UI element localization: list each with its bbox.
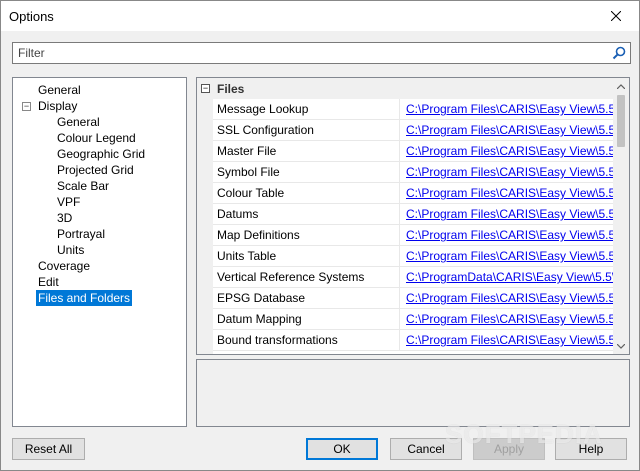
property-value-link[interactable]: C:\Program Files\CARIS\Easy View\5.5\ xyxy=(406,312,615,326)
column-divider[interactable] xyxy=(399,183,400,204)
column-divider[interactable] xyxy=(399,162,400,183)
scroll-thumb[interactable] xyxy=(617,95,625,147)
property-value-link[interactable]: C:\Program Files\CARIS\Easy View\5.5\ xyxy=(406,165,615,179)
property-value-link[interactable]: C:\Program Files\CARIS\Easy View\5.5\ xyxy=(406,123,615,137)
property-value-link[interactable]: C:\Program Files\CARIS\Easy View\5.5\ xyxy=(406,333,615,347)
scroll-down-button[interactable] xyxy=(613,338,629,354)
description-panel xyxy=(196,359,630,427)
property-value-link[interactable]: C:\Program Files\CARIS\Easy View\5.5\ xyxy=(406,291,615,305)
tree-item[interactable]: Projected Grid xyxy=(55,162,136,178)
property-name: Datum Mapping xyxy=(217,312,302,326)
tree-item[interactable]: Geographic Grid xyxy=(55,146,147,162)
property-row[interactable]: Message Lookup C:\Program Files\CARIS\Eas… xyxy=(213,99,615,120)
tree-item[interactable]: Display xyxy=(36,98,79,114)
scroll-up-button[interactable] xyxy=(613,78,629,94)
property-value-link[interactable]: C:\Program Files\CARIS\Easy View\5.5\ xyxy=(406,144,615,158)
property-row[interactable]: Datum Mapping C:\Program Files\CARIS\Easy… xyxy=(213,309,615,330)
close-button[interactable] xyxy=(593,1,639,31)
tree-item[interactable]: Colour Legend xyxy=(55,130,138,146)
property-row[interactable]: Symbol File C:\Program Files\CARIS\Easy V… xyxy=(213,162,615,183)
property-value-link[interactable]: C:\Program Files\CARIS\Easy View\5.5\ xyxy=(406,102,615,116)
tree-item[interactable]: Coverage xyxy=(36,258,92,274)
filter-input[interactable] xyxy=(13,43,603,63)
property-name: Units Table xyxy=(217,249,277,263)
property-grid: − Files Message Lookup C:\Program Files\C… xyxy=(196,77,630,355)
vertical-scrollbar[interactable] xyxy=(613,78,629,354)
tree-item[interactable]: Files and Folders xyxy=(36,290,133,306)
property-row[interactable]: Datums C:\Program Files\CARIS\Easy View\5… xyxy=(213,204,615,225)
column-divider[interactable] xyxy=(399,99,400,120)
close-icon xyxy=(611,11,621,21)
filter-box xyxy=(12,42,631,64)
property-name: Bound transformations xyxy=(217,333,338,347)
property-value-link[interactable]: C:\Program Files\CARIS\Easy View\5.5\ xyxy=(406,186,615,200)
column-divider[interactable] xyxy=(399,267,400,288)
property-value-link[interactable]: C:\Program Files\CARIS\Easy View\5.5\ xyxy=(406,207,615,221)
property-row[interactable]: Colour Table C:\Program Files\CARIS\Easy … xyxy=(213,183,615,204)
title-bar: Options xyxy=(1,1,639,31)
tree-item[interactable]: Portrayal xyxy=(55,226,107,242)
chevron-down-icon xyxy=(617,343,625,349)
tree-item[interactable]: VPF xyxy=(55,194,82,210)
options-tree: General − Display General Colour Legend Geogr… xyxy=(12,77,187,427)
property-name: Message Lookup xyxy=(217,102,309,116)
property-row[interactable]: EPSG Database C:\Program Files\CARIS\Easy… xyxy=(213,288,615,309)
property-name: Vertical Reference Systems xyxy=(217,270,365,284)
tree-item[interactable]: General xyxy=(36,82,83,98)
cancel-button[interactable]: Cancel xyxy=(390,438,462,460)
property-name: Datums xyxy=(217,207,259,221)
tree-expander-icon[interactable]: − xyxy=(22,102,31,111)
search-icon[interactable] xyxy=(612,46,626,60)
tree-item[interactable]: General xyxy=(55,114,102,130)
tree-item[interactable]: Edit xyxy=(36,274,61,290)
property-name: Symbol File xyxy=(217,165,280,179)
apply-button[interactable]: Apply xyxy=(473,438,545,460)
tree-item[interactable]: Units xyxy=(55,242,86,258)
tree-item[interactable]: 3D xyxy=(55,210,74,226)
category-label: Files xyxy=(217,82,245,96)
column-divider[interactable] xyxy=(399,204,400,225)
property-value-link[interactable]: C:\Program Files\CARIS\Easy View\5.5\ xyxy=(406,249,615,263)
property-name: Map Definitions xyxy=(217,228,300,242)
ok-button[interactable]: OK xyxy=(306,438,378,460)
property-row[interactable]: Vertical Reference Systems C:\ProgramData… xyxy=(213,267,615,288)
column-divider[interactable] xyxy=(399,288,400,309)
category-header[interactable]: − Files xyxy=(197,78,615,99)
property-name: Master File xyxy=(217,144,277,158)
property-row[interactable]: SSL Configuration C:\Program Files\CARIS\… xyxy=(213,120,615,141)
column-divider[interactable] xyxy=(399,120,400,141)
property-value-link[interactable]: C:\ProgramData\CARIS\Easy View\5.5\ xyxy=(406,270,615,284)
property-row[interactable]: Units Table C:\Program Files\CARIS\Easy V… xyxy=(213,246,615,267)
reset-all-button[interactable]: Reset All xyxy=(12,438,85,460)
tree-item[interactable]: Scale Bar xyxy=(55,178,111,194)
property-name: SSL Configuration xyxy=(217,123,314,137)
property-name: Colour Table xyxy=(217,186,285,200)
property-row[interactable]: Master File C:\Program Files\CARIS\Easy V… xyxy=(213,141,615,162)
column-divider[interactable] xyxy=(399,246,400,267)
property-name: EPSG Database xyxy=(217,291,306,305)
column-divider[interactable] xyxy=(399,225,400,246)
property-row[interactable]: Bound transformations C:\Program Files\CA… xyxy=(213,330,615,351)
column-divider[interactable] xyxy=(399,141,400,162)
options-dialog: Options General−DisplayGeneralColour Leg… xyxy=(0,0,640,471)
help-button[interactable]: Help xyxy=(555,438,627,460)
property-row[interactable]: Map Definitions C:\Program Files\CARIS\Ea… xyxy=(213,225,615,246)
column-divider[interactable] xyxy=(399,309,400,330)
property-value-link[interactable]: C:\Program Files\CARIS\Easy View\5.5\ xyxy=(406,228,615,242)
collapse-icon[interactable]: − xyxy=(201,84,210,93)
chevron-up-icon xyxy=(617,83,625,89)
column-divider[interactable] xyxy=(399,330,400,351)
window-title: Options xyxy=(9,9,54,24)
grid-gutter xyxy=(197,99,213,354)
